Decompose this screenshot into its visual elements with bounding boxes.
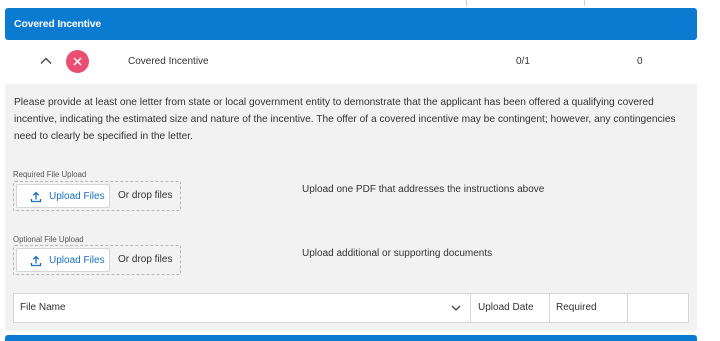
row-name: Covered Incentive [128,56,209,67]
required-upload-button[interactable]: Upload Files [16,184,110,208]
instructions-text: Please provide at least one letter from … [14,97,676,142]
close-icon [73,57,82,66]
optional-upload-button[interactable]: Upload Files [16,248,110,272]
required-upload-help: Upload one PDF that addresses the instru… [302,184,545,195]
remove-button[interactable] [66,50,89,73]
required-drop-zone[interactable]: Upload Files Or drop files [13,181,181,211]
row-count: 0/1 [516,56,530,67]
drop-files-text: Or drop files [118,190,173,201]
section-header[interactable]: Covered Incentive [5,8,697,40]
upload-button-label: Upload Files [49,255,105,266]
upload-button-label: Upload Files [49,191,105,202]
column-divider [584,0,585,6]
column-divider [549,294,550,322]
column-divider [466,0,467,6]
row-value: 0 [637,56,643,67]
optional-upload-label: Optional File Upload [13,235,84,244]
required-upload-label: Required File Upload [13,170,87,179]
table-row: Covered Incentive 0/1 0 [5,40,697,84]
optional-upload-help: Upload additional or supporting document… [302,248,493,259]
expanded-panel: Please provide at least one letter from … [5,84,697,331]
section-title: Covered Incentive [14,18,102,30]
upload-icon [30,191,42,203]
upload-icon [30,255,42,267]
column-header-required[interactable]: Required [556,302,597,330]
optional-drop-zone[interactable]: Upload Files Or drop files [13,245,181,275]
drop-files-text: Or drop files [118,254,173,265]
column-header-file-name[interactable]: File Name [20,302,66,330]
column-divider [470,294,471,322]
top-table-border [0,0,720,8]
next-section-header[interactable] [5,335,697,341]
column-header-upload-date[interactable]: Upload Date [478,302,534,330]
column-divider [627,294,628,322]
file-table-header: File Name Upload Date Required [13,293,689,323]
chevron-up-icon[interactable] [39,54,53,68]
chevron-down-icon[interactable] [450,302,462,330]
